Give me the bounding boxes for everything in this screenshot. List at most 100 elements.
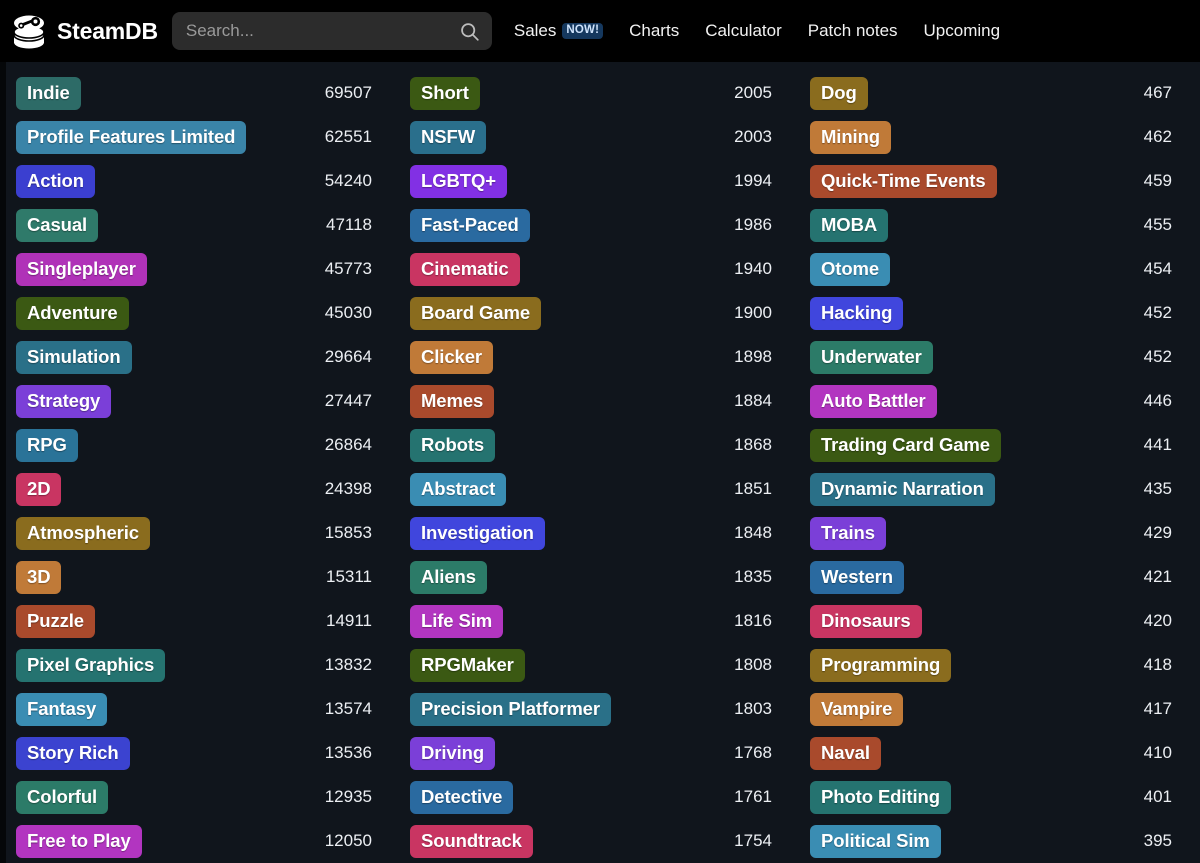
steamdb-brand-link[interactable]: SteamDB [8, 11, 158, 51]
tag-row: Mining 462 [800, 115, 1200, 159]
tag-pill[interactable]: Action [16, 164, 95, 198]
tag-pill[interactable]: Free to Play [16, 824, 142, 858]
tag-pill[interactable]: Photo Editing [810, 780, 951, 814]
tag-pill[interactable]: Dynamic Narration [810, 472, 995, 506]
search-input[interactable] [185, 21, 459, 41]
tag-count: 1900 [734, 303, 772, 322]
tag-pill[interactable]: Trains [810, 516, 886, 550]
tag-pill[interactable]: Trading Card Game [810, 428, 1001, 462]
tag-count: 1816 [734, 611, 772, 630]
tag-pill[interactable]: Detective [410, 780, 514, 814]
tag-count: 467 [1143, 83, 1172, 102]
tag-count: 12050 [324, 831, 372, 850]
tag-row: NSFW 2003 [400, 115, 800, 159]
tag-pill[interactable]: Atmospheric [16, 516, 150, 550]
tag-pill[interactable]: RPG [16, 428, 78, 462]
tag-count: 435 [1143, 479, 1172, 498]
tag-pill[interactable]: Auto Battler [810, 384, 937, 418]
tag-row: Auto Battler 446 [800, 379, 1200, 423]
tag-pill[interactable]: Mining [810, 120, 891, 154]
tag-row: Board Game 1900 [400, 291, 800, 335]
tag-pill[interactable]: Robots [410, 428, 496, 462]
tag-pill[interactable]: Investigation [410, 516, 545, 550]
tag-count: 417 [1143, 699, 1172, 718]
tag-pill[interactable]: Dinosaurs [810, 604, 922, 638]
tag-pill[interactable]: Memes [410, 384, 495, 418]
tag-pill[interactable]: Programming [810, 648, 952, 682]
tag-row: Simulation 29664 [6, 335, 400, 379]
tag-pill[interactable]: 2D [16, 472, 62, 506]
tag-pill[interactable]: NSFW [410, 120, 487, 154]
tag-pill[interactable]: Dog [810, 76, 868, 110]
tag-count: 1986 [734, 215, 772, 234]
tag-row: LGBTQ+ 1994 [400, 159, 800, 203]
tag-pill[interactable]: Fast-Paced [410, 208, 530, 242]
tag-pill[interactable]: Soundtrack [410, 824, 533, 858]
tag-pill[interactable]: Life Sim [410, 604, 504, 638]
tag-count: 2005 [734, 83, 772, 102]
tag-pill[interactable]: Fantasy [16, 692, 108, 726]
tag-pill[interactable]: Cinematic [410, 252, 520, 286]
tag-count: 452 [1143, 303, 1172, 322]
tag-count: 1803 [734, 699, 772, 718]
tag-row: Quick-Time Events 459 [800, 159, 1200, 203]
nav-item-sales[interactable]: Sales NOW! [514, 21, 604, 41]
nav-item-charts[interactable]: Charts [629, 21, 679, 41]
tag-count: 13536 [324, 743, 372, 762]
tag-pill[interactable]: Singleplayer [16, 252, 147, 286]
tag-pill[interactable]: MOBA [810, 208, 889, 242]
search-icon[interactable] [459, 21, 480, 42]
tag-count: 418 [1143, 655, 1172, 674]
tag-count: 15853 [324, 523, 372, 542]
tag-pill[interactable]: Pixel Graphics [16, 648, 166, 682]
tag-pill[interactable]: Quick-Time Events [810, 164, 997, 198]
nav-label-upcoming: Upcoming [923, 21, 1001, 40]
tag-pill[interactable]: Political Sim [810, 824, 941, 858]
search-box[interactable] [171, 12, 492, 50]
tag-pill[interactable]: Driving [410, 736, 496, 770]
tag-pill[interactable]: Strategy [16, 384, 112, 418]
tag-pill[interactable]: Vampire [810, 692, 904, 726]
tag-pill[interactable]: Simulation [16, 340, 132, 374]
tag-row: RPG 26864 [6, 423, 400, 467]
tag-pill[interactable]: Underwater [810, 340, 933, 374]
main-navigation: Sales NOW! Charts Calculator Patch notes… [514, 21, 1000, 41]
tag-row: Fantasy 13574 [6, 687, 400, 731]
tag-count: 1808 [734, 655, 772, 674]
tag-pill[interactable]: Abstract [410, 472, 507, 506]
tag-count: 26864 [324, 435, 372, 454]
tag-pill[interactable]: Naval [810, 736, 881, 770]
tag-pill[interactable]: Puzzle [16, 604, 95, 638]
tag-row: Singleplayer 45773 [6, 247, 400, 291]
tag-pill[interactable]: Hacking [810, 296, 904, 330]
tag-row: Free to Play 12050 [6, 819, 400, 863]
tag-pill[interactable]: Colorful [16, 780, 109, 814]
nav-item-calculator[interactable]: Calculator [705, 21, 782, 41]
nav-item-upcoming[interactable]: Upcoming [924, 21, 1001, 41]
tag-pill[interactable]: 3D [16, 560, 62, 594]
tag-pill[interactable]: LGBTQ+ [410, 164, 507, 198]
tag-row: Indie 69507 [6, 71, 400, 115]
tag-pill[interactable]: Short [410, 76, 480, 110]
tag-pill[interactable]: Profile Features Limited [16, 120, 247, 154]
tag-pill[interactable]: Story Rich [16, 736, 130, 770]
tag-pill[interactable]: Western [810, 560, 904, 594]
nav-item-patch-notes[interactable]: Patch notes [808, 21, 898, 41]
tag-count: 410 [1143, 743, 1172, 762]
tag-count: 401 [1143, 787, 1172, 806]
tag-pill[interactable]: Casual [16, 208, 99, 242]
tag-row: Memes 1884 [400, 379, 800, 423]
tag-pill[interactable]: RPGMaker [410, 648, 525, 682]
tag-pill[interactable]: Otome [810, 252, 891, 286]
tag-pill[interactable]: Aliens [410, 560, 487, 594]
tag-pill[interactable]: Adventure [16, 296, 129, 330]
tag-pill[interactable]: Precision Platformer [410, 692, 611, 726]
tag-row: Soundtrack 1754 [400, 819, 800, 863]
tag-pill[interactable]: Board Game [410, 296, 542, 330]
tag-count: 47118 [325, 215, 372, 234]
tag-count: 421 [1143, 567, 1172, 586]
tag-pill[interactable]: Clicker [410, 340, 494, 374]
tag-count: 429 [1143, 523, 1172, 542]
tag-pill[interactable]: Indie [16, 76, 81, 110]
tag-row: Action 54240 [6, 159, 400, 203]
